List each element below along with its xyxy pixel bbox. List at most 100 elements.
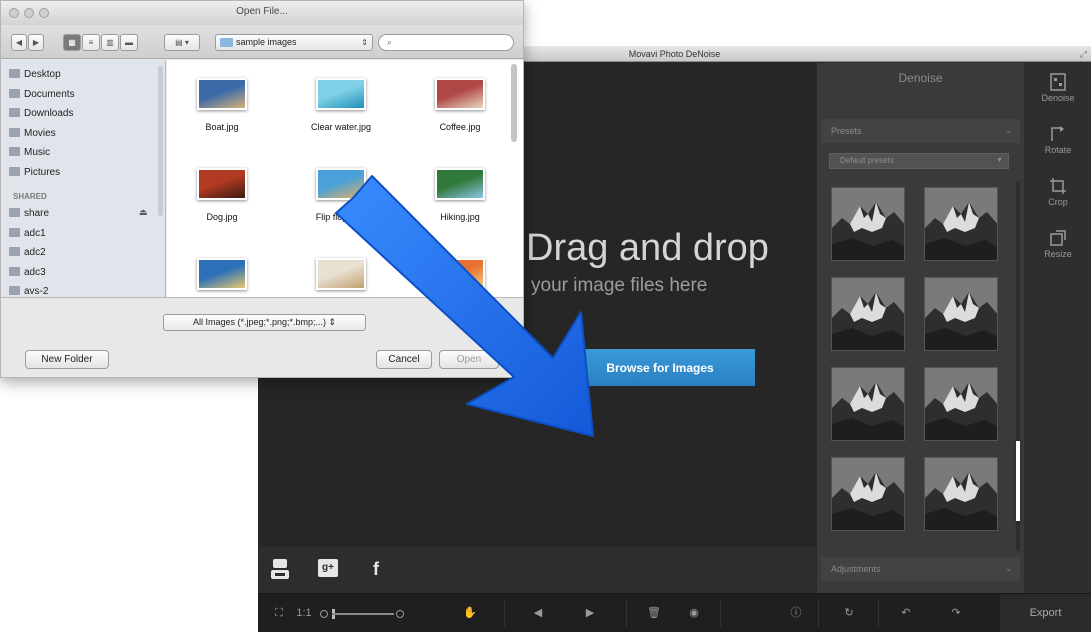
file-thumbnail: [197, 168, 247, 200]
crop-icon: [1050, 178, 1066, 194]
adjustments-section-label: Adjustments: [831, 564, 881, 574]
file-item[interactable]: Dog.jpg: [172, 168, 272, 222]
location-dropdown[interactable]: sample images ⇕: [215, 34, 373, 51]
info-icon[interactable]: ⓘ: [788, 594, 804, 632]
undo-icon[interactable]: ↶: [898, 594, 914, 632]
resize-icon[interactable]: ⤢: [1080, 46, 1087, 62]
back-icon[interactable]: ◀: [11, 34, 27, 51]
file-name: Flip flops.jpg: [315, 212, 367, 222]
sidebar-item-documents[interactable]: Documents: [9, 86, 75, 104]
preset-thumbnail[interactable]: [924, 277, 998, 351]
fit-screen-icon[interactable]: ⛶: [270, 594, 288, 632]
file-item[interactable]: Hiking.jpg: [410, 168, 510, 222]
file-type-filter[interactable]: All Images (*.jpeg;*.png;*.bmp;...) ⇕: [163, 314, 366, 331]
preset-thumbnail[interactable]: [831, 457, 905, 531]
tool-rotate[interactable]: Rotate: [1025, 125, 1091, 155]
column-view-icon[interactable]: ▥: [101, 34, 119, 51]
sidebar-item-label: Documents: [24, 88, 75, 100]
previous-icon[interactable]: ◀: [530, 594, 546, 632]
eject-icon[interactable]: ⏏: [139, 207, 148, 218]
sidebar-item-label: adc3: [24, 266, 46, 278]
sidebar-scrollbar[interactable]: [158, 66, 163, 216]
dialog-sidebar: Desktop Documents Downloads Movies Music Pict…: [1, 60, 166, 297]
file-item[interactable]: [291, 258, 391, 297]
chevron-updown-icon: ⇕: [361, 38, 368, 47]
preset-thumbnail[interactable]: [831, 367, 905, 441]
tool-crop[interactable]: Crop: [1025, 177, 1091, 207]
tool-resize[interactable]: Resize: [1025, 229, 1091, 259]
file-item[interactable]: [172, 258, 272, 297]
export-button[interactable]: Export: [1000, 594, 1091, 632]
file-item[interactable]: Boat.jpg: [172, 78, 272, 132]
sidebar-item-share[interactable]: share: [9, 205, 49, 223]
reset-icon[interactable]: ↻: [840, 594, 858, 632]
panel-scrollbar[interactable]: [1016, 181, 1020, 551]
file-item[interactable]: Flip flops.jpg: [291, 168, 391, 222]
scrollbar-thumb[interactable]: [1016, 441, 1020, 521]
network-drive-icon: [9, 286, 20, 295]
file-grid: Boat.jpg Clear water.jpg Coffee.jpg Dog.jpg…: [167, 60, 523, 297]
presets-dropdown[interactable]: Default presets ▼: [829, 153, 1009, 169]
chevron-down-icon: ⌄: [1005, 126, 1012, 135]
preset-thumbnail[interactable]: [924, 187, 998, 261]
file-name: Coffee.jpg: [439, 122, 481, 132]
sidebar-item-adc1[interactable]: adc1: [9, 225, 46, 243]
file-item[interactable]: Coffee.jpg: [410, 78, 510, 132]
close-button[interactable]: [9, 8, 19, 18]
cancel-button[interactable]: Cancel: [376, 350, 432, 369]
file-thumbnail: [197, 78, 247, 110]
next-icon[interactable]: ▶: [582, 594, 598, 632]
preset-thumbnail[interactable]: [924, 457, 998, 531]
sidebar-heading-shared: SHARED: [13, 192, 47, 201]
new-folder-button[interactable]: New Folder: [25, 350, 109, 369]
denoise-icon: [1050, 73, 1066, 91]
forward-icon[interactable]: ▶: [28, 34, 44, 51]
preset-thumbnail[interactable]: [831, 187, 905, 261]
tool-denoise[interactable]: Denoise: [1025, 73, 1091, 103]
sidebar-item-adc3[interactable]: adc3: [9, 264, 46, 282]
file-thumbnail: [197, 258, 247, 290]
zoom-slider[interactable]: [318, 594, 408, 632]
coverflow-view-icon[interactable]: ▬: [120, 34, 138, 51]
file-item[interactable]: Clear water.jpg: [291, 78, 391, 132]
sidebar-item-desktop[interactable]: Desktop: [9, 66, 61, 84]
sidebar-item-label: Downloads: [24, 108, 74, 119]
delete-icon[interactable]: 🗑: [646, 594, 662, 632]
open-button[interactable]: Open: [439, 350, 499, 369]
sidebar-item-avs-2[interactable]: avs-2: [9, 283, 48, 297]
separator: [720, 600, 721, 627]
facebook-icon[interactable]: f: [366, 559, 386, 579]
dialog-footer: All Images (*.jpeg;*.png;*.bmp;...) ⇕ Ne…: [1, 297, 523, 377]
sidebar-item-movies[interactable]: Movies: [9, 125, 56, 143]
zoom-button[interactable]: [39, 8, 49, 18]
file-item[interactable]: [410, 258, 510, 297]
tool-sidebar: Denoise Rotate Crop Resize: [1025, 63, 1091, 593]
arrange-menu-icon[interactable]: ▤ ▾: [164, 34, 200, 51]
presets-section-header[interactable]: Presets ⌄: [821, 119, 1020, 143]
pictures-icon: [9, 166, 20, 176]
tool-label: Crop: [1048, 197, 1068, 207]
hand-icon[interactable]: ✋: [462, 594, 478, 632]
sidebar-item-adc2[interactable]: adc2: [9, 244, 46, 262]
adjustments-section-header[interactable]: Adjustments ⌄: [821, 557, 1020, 581]
search-field[interactable]: ⌕: [378, 34, 514, 51]
sidebar-item-label: adc1: [24, 227, 46, 239]
youtube-icon[interactable]: [270, 559, 290, 584]
google-plus-icon[interactable]: g+: [318, 559, 338, 577]
eye-icon[interactable]: ◉: [684, 594, 704, 632]
redo-icon[interactable]: ↷: [948, 594, 964, 632]
grid-scrollbar[interactable]: [511, 64, 517, 142]
zoom-1to1-button[interactable]: 1:1: [294, 594, 314, 632]
sidebar-item-label: Desktop: [24, 69, 61, 80]
preset-thumbnail[interactable]: [831, 277, 905, 351]
sidebar-item-music[interactable]: Music: [9, 144, 50, 162]
separator: [626, 600, 627, 627]
tool-label: Rotate: [1044, 145, 1072, 155]
sidebar-item-downloads[interactable]: Downloads: [9, 105, 74, 123]
minimize-button[interactable]: [24, 8, 34, 18]
sidebar-item-pictures[interactable]: Pictures: [9, 164, 60, 182]
list-view-icon[interactable]: ≡: [82, 34, 100, 51]
browse-button[interactable]: Browse for Images: [565, 349, 755, 386]
icon-view-icon[interactable]: ▦: [63, 34, 81, 51]
preset-thumbnail[interactable]: [924, 367, 998, 441]
